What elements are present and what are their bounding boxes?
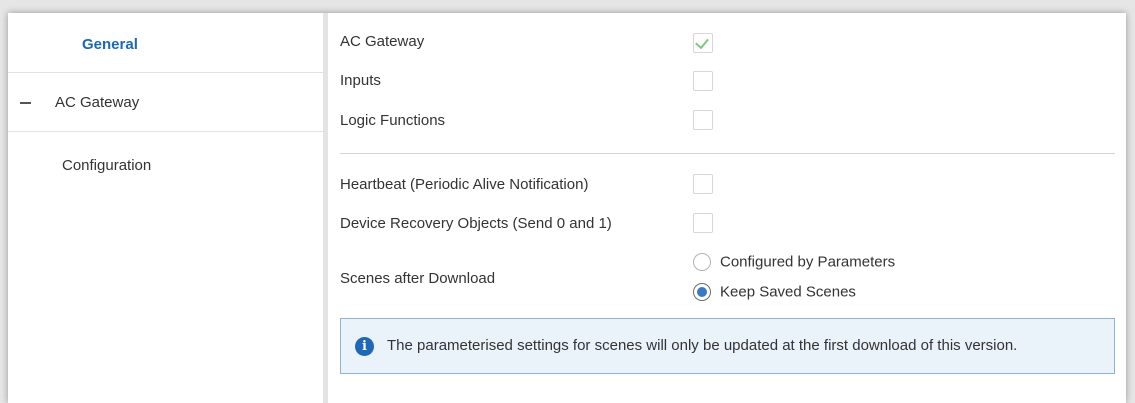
device-recovery-checkbox[interactable] <box>693 213 713 233</box>
scenes-after-download-label: Scenes after Download <box>340 270 496 287</box>
info-text: The parameterised settings for scenes wi… <box>387 337 1018 354</box>
inputs-checkbox[interactable] <box>693 71 713 91</box>
section-divider <box>340 153 1115 154</box>
device-recovery-label: Device Recovery Objects (Send 0 and 1) <box>340 215 612 232</box>
sidebar-item-label: AC Gateway <box>55 94 140 111</box>
general-panel: AC Gateway Inputs Logic Functions Heartb… <box>328 13 1126 403</box>
heartbeat-checkbox[interactable] <box>693 174 713 194</box>
checkmark-icon <box>695 34 709 50</box>
radio-keep-saved-scenes[interactable]: Keep Saved Scenes <box>693 283 856 302</box>
sidebar-item-general[interactable]: General <box>8 13 323 72</box>
ac-gateway-checkbox[interactable] <box>693 33 713 53</box>
logic-functions-label: Logic Functions <box>340 112 446 129</box>
inputs-label: Inputs <box>340 72 381 89</box>
radio-button-selected[interactable] <box>693 283 711 302</box>
sidebar-item-configuration[interactable]: Configuration <box>8 151 323 181</box>
radio-button[interactable] <box>693 253 711 272</box>
sidebar: General AC Gateway Configuration <box>8 13 328 403</box>
radio-label: Keep Saved Scenes <box>720 283 856 301</box>
info-message: i The parameterised settings for scenes … <box>340 318 1115 374</box>
info-icon: i <box>355 337 374 356</box>
parameters-window: General AC Gateway Configuration AC Gate… <box>8 13 1126 403</box>
logic-functions-checkbox[interactable] <box>693 110 713 130</box>
sidebar-item-ac-gateway[interactable]: AC Gateway <box>8 72 323 132</box>
radio-configured-by-parameters[interactable]: Configured by Parameters <box>693 253 896 272</box>
ac-gateway-label: AC Gateway <box>340 33 425 50</box>
collapse-icon[interactable] <box>20 102 31 104</box>
heartbeat-label: Heartbeat (Periodic Alive Notification) <box>340 176 589 193</box>
radio-label: Configured by Parameters <box>720 253 896 271</box>
